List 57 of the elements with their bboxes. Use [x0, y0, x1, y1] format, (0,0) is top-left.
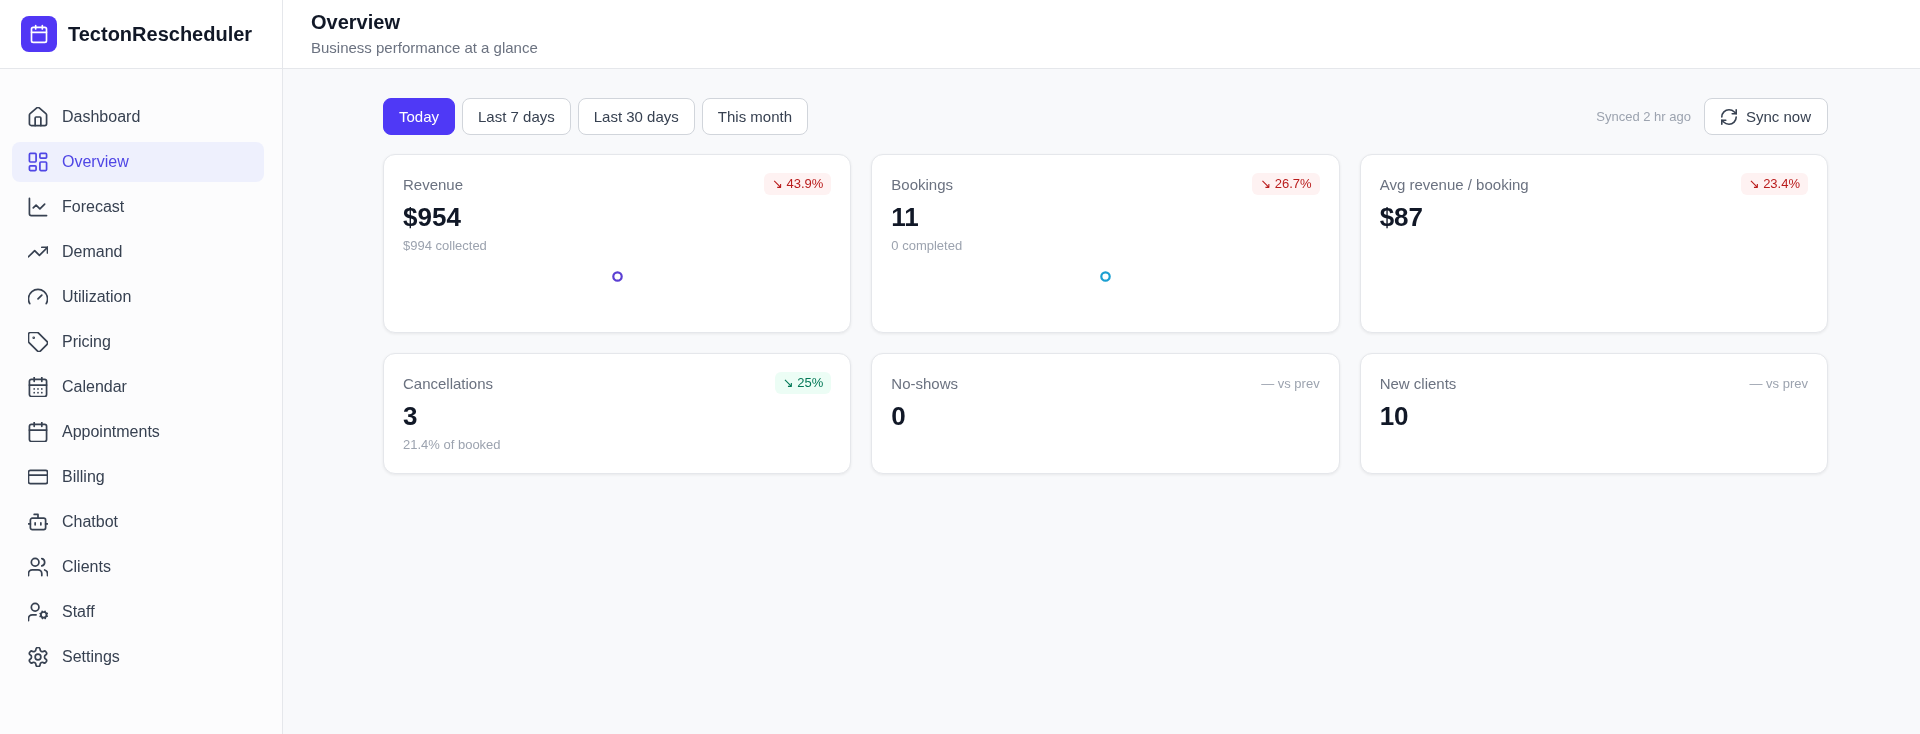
sync-status-text: Synced 2 hr ago [1596, 109, 1691, 124]
change-badge: ↘ 43.9% [763, 173, 832, 195]
refresh-icon [1720, 108, 1737, 125]
metric-label: New clients [1379, 374, 1457, 392]
metric-value: $87 [1379, 201, 1425, 234]
metric-value: 10 [1379, 400, 1410, 433]
metric-note: 21.4% of booked [403, 436, 502, 454]
comparison-note: — vs prev [1261, 375, 1320, 391]
gauge-icon [28, 287, 48, 307]
date-range-tab[interactable]: Today [383, 98, 456, 135]
sidebar-item[interactable]: Calendar [12, 367, 264, 407]
layout-grid-icon [28, 152, 48, 172]
metric-label: No-shows [891, 374, 958, 392]
metric-value: 0 [891, 400, 907, 433]
sidebar-item[interactable]: Billing [12, 457, 264, 497]
calendar-icon [28, 422, 48, 442]
change-badge: ↘ 26.7% [1252, 173, 1320, 195]
line-chart-icon [28, 197, 48, 217]
metric-label: Bookings [891, 175, 954, 193]
sidebar-item[interactable]: Appointments [12, 412, 264, 452]
user-gear-icon [28, 602, 48, 622]
sidebar-item[interactable]: Chatbot [12, 502, 264, 542]
sidebar-item[interactable]: Utilization [12, 277, 264, 317]
sidebar-item[interactable]: Staff [12, 592, 264, 632]
sidebar-item[interactable]: Dashboard [12, 97, 264, 137]
date-range-tab[interactable]: This month [701, 98, 808, 135]
date-range-tab[interactable]: Last 7 days [462, 98, 571, 135]
users-icon [28, 557, 48, 577]
date-range-tab[interactable]: Last 30 days [577, 98, 695, 135]
metric-label: Revenue [403, 175, 464, 193]
tag-icon [28, 332, 48, 352]
change-badge: ↘ 23.4% [1740, 173, 1808, 195]
metric-value: 3 [403, 400, 419, 433]
metric-value: 11 [891, 201, 920, 234]
sync-now-button[interactable]: Sync now [1703, 98, 1828, 135]
calendar-grid-icon [28, 377, 48, 397]
metric-note: 0 completed [891, 237, 964, 255]
settings-icon [28, 647, 48, 667]
credit-card-icon [28, 467, 48, 487]
metric-label: Cancellations [403, 374, 494, 392]
metric-note: $994 collected [403, 237, 488, 255]
sidebar-item[interactable]: Pricing [12, 322, 264, 362]
metric-value: $954 [403, 201, 462, 234]
robot-icon [28, 512, 48, 532]
page-title: Overview [311, 10, 401, 35]
page-subtitle: Business performance at a glance [311, 38, 539, 58]
sidebar-item[interactable]: Demand [12, 232, 264, 272]
sidebar-item[interactable]: Clients [12, 547, 264, 587]
sidebar-item[interactable]: Forecast [12, 187, 264, 227]
sidebar-item[interactable]: Settings [12, 637, 264, 677]
app-name: TectonRescheduler [68, 22, 253, 46]
sidebar-item[interactable]: Overview [12, 142, 264, 182]
house-icon [28, 107, 48, 127]
comparison-note: — vs prev [1749, 375, 1808, 391]
metric-label: Avg revenue / booking [1379, 175, 1529, 193]
calendar-logo-icon [21, 16, 57, 52]
change-badge: ↘ 25% [774, 372, 832, 394]
